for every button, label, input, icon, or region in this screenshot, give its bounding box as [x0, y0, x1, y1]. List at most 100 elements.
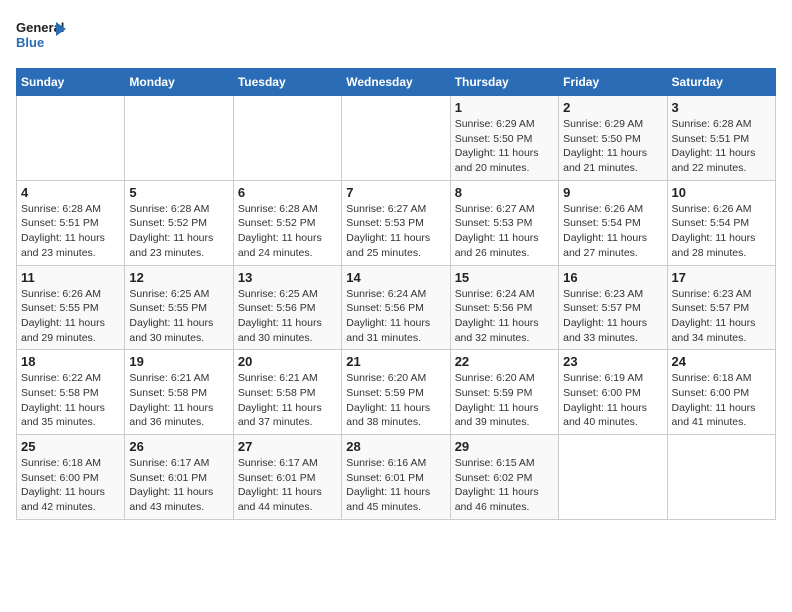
calendar-table: SundayMondayTuesdayWednesdayThursdayFrid… — [16, 68, 776, 520]
day-cell: 11 Sunrise: 6:26 AMSunset: 5:55 PMDayligh… — [17, 265, 125, 350]
day-number: 23 — [563, 354, 662, 369]
day-number: 17 — [672, 270, 771, 285]
day-info: Sunrise: 6:21 AMSunset: 5:58 PMDaylight:… — [129, 371, 228, 430]
day-cell: 26 Sunrise: 6:17 AMSunset: 6:01 PMDayligh… — [125, 435, 233, 520]
day-cell: 15 Sunrise: 6:24 AMSunset: 5:56 PMDayligh… — [450, 265, 558, 350]
day-info: Sunrise: 6:19 AMSunset: 6:00 PMDaylight:… — [563, 371, 662, 430]
day-number: 22 — [455, 354, 554, 369]
day-cell: 24 Sunrise: 6:18 AMSunset: 6:00 PMDayligh… — [667, 350, 775, 435]
day-number: 19 — [129, 354, 228, 369]
day-cell: 28 Sunrise: 6:16 AMSunset: 6:01 PMDayligh… — [342, 435, 450, 520]
day-number: 3 — [672, 100, 771, 115]
header: General Blue — [16, 16, 776, 60]
day-cell: 18 Sunrise: 6:22 AMSunset: 5:58 PMDayligh… — [17, 350, 125, 435]
day-info: Sunrise: 6:16 AMSunset: 6:01 PMDaylight:… — [346, 456, 445, 515]
day-cell: 10 Sunrise: 6:26 AMSunset: 5:54 PMDayligh… — [667, 180, 775, 265]
day-cell — [17, 96, 125, 181]
day-info: Sunrise: 6:24 AMSunset: 5:56 PMDaylight:… — [346, 287, 445, 346]
day-info: Sunrise: 6:26 AMSunset: 5:54 PMDaylight:… — [672, 202, 771, 261]
day-number: 16 — [563, 270, 662, 285]
day-cell: 12 Sunrise: 6:25 AMSunset: 5:55 PMDayligh… — [125, 265, 233, 350]
day-cell: 25 Sunrise: 6:18 AMSunset: 6:00 PMDayligh… — [17, 435, 125, 520]
day-number: 21 — [346, 354, 445, 369]
day-number: 5 — [129, 185, 228, 200]
day-info: Sunrise: 6:17 AMSunset: 6:01 PMDaylight:… — [238, 456, 337, 515]
day-cell: 4 Sunrise: 6:28 AMSunset: 5:51 PMDaylight… — [17, 180, 125, 265]
day-number: 25 — [21, 439, 120, 454]
day-number: 15 — [455, 270, 554, 285]
day-info: Sunrise: 6:28 AMSunset: 5:51 PMDaylight:… — [672, 117, 771, 176]
day-info: Sunrise: 6:18 AMSunset: 6:00 PMDaylight:… — [672, 371, 771, 430]
day-info: Sunrise: 6:21 AMSunset: 5:58 PMDaylight:… — [238, 371, 337, 430]
day-cell — [342, 96, 450, 181]
day-info: Sunrise: 6:24 AMSunset: 5:56 PMDaylight:… — [455, 287, 554, 346]
col-header-saturday: Saturday — [667, 69, 775, 96]
day-cell — [233, 96, 341, 181]
day-cell: 17Sunrise: 6:23 AMSunset: 5:57 PMDayligh… — [667, 265, 775, 350]
col-header-wednesday: Wednesday — [342, 69, 450, 96]
day-info: Sunrise: 6:25 AMSunset: 5:55 PMDaylight:… — [129, 287, 228, 346]
day-cell: 1Sunrise: 6:29 AMSunset: 5:50 PMDaylight… — [450, 96, 558, 181]
day-number: 28 — [346, 439, 445, 454]
day-cell: 27 Sunrise: 6:17 AMSunset: 6:01 PMDayligh… — [233, 435, 341, 520]
day-number: 24 — [672, 354, 771, 369]
day-cell: 6 Sunrise: 6:28 AMSunset: 5:52 PMDaylight… — [233, 180, 341, 265]
day-cell — [559, 435, 667, 520]
day-info: Sunrise: 6:27 AMSunset: 5:53 PMDaylight:… — [346, 202, 445, 261]
col-header-sunday: Sunday — [17, 69, 125, 96]
day-number: 7 — [346, 185, 445, 200]
day-info: Sunrise: 6:22 AMSunset: 5:58 PMDaylight:… — [21, 371, 120, 430]
day-cell: 13 Sunrise: 6:25 AMSunset: 5:56 PMDayligh… — [233, 265, 341, 350]
day-cell: 3 Sunrise: 6:28 AMSunset: 5:51 PMDaylight… — [667, 96, 775, 181]
day-cell: 20 Sunrise: 6:21 AMSunset: 5:58 PMDayligh… — [233, 350, 341, 435]
day-cell: 29 Sunrise: 6:15 AMSunset: 6:02 PMDayligh… — [450, 435, 558, 520]
day-cell: 21 Sunrise: 6:20 AMSunset: 5:59 PMDayligh… — [342, 350, 450, 435]
day-number: 1 — [455, 100, 554, 115]
day-cell — [125, 96, 233, 181]
week-row-3: 11 Sunrise: 6:26 AMSunset: 5:55 PMDayligh… — [17, 265, 776, 350]
day-cell: 2 Sunrise: 6:29 AMSunset: 5:50 PMDaylight… — [559, 96, 667, 181]
day-cell: 14 Sunrise: 6:24 AMSunset: 5:56 PMDayligh… — [342, 265, 450, 350]
day-cell: 8 Sunrise: 6:27 AMSunset: 5:53 PMDaylight… — [450, 180, 558, 265]
day-cell: 19 Sunrise: 6:21 AMSunset: 5:58 PMDayligh… — [125, 350, 233, 435]
day-number: 13 — [238, 270, 337, 285]
day-info: Sunrise: 6:26 AMSunset: 5:55 PMDaylight:… — [21, 287, 120, 346]
day-number: 6 — [238, 185, 337, 200]
day-number: 4 — [21, 185, 120, 200]
day-info: Sunrise: 6:23 AMSunset: 5:57 PMDaylight:… — [563, 287, 662, 346]
day-info: Sunrise: 6:15 AMSunset: 6:02 PMDaylight:… — [455, 456, 554, 515]
week-row-2: 4 Sunrise: 6:28 AMSunset: 5:51 PMDaylight… — [17, 180, 776, 265]
day-number: 10 — [672, 185, 771, 200]
day-info: Sunrise: 6:17 AMSunset: 6:01 PMDaylight:… — [129, 456, 228, 515]
day-cell: 23 Sunrise: 6:19 AMSunset: 6:00 PMDayligh… — [559, 350, 667, 435]
day-info: Sunrise: 6:27 AMSunset: 5:53 PMDaylight:… — [455, 202, 554, 261]
day-info: Sunrise: 6:28 AMSunset: 5:52 PMDaylight:… — [238, 202, 337, 261]
day-number: 27 — [238, 439, 337, 454]
day-cell: 22 Sunrise: 6:20 AMSunset: 5:59 PMDayligh… — [450, 350, 558, 435]
day-number: 12 — [129, 270, 228, 285]
day-info: Sunrise: 6:26 AMSunset: 5:54 PMDaylight:… — [563, 202, 662, 261]
day-number: 11 — [21, 270, 120, 285]
day-info: Sunrise: 6:28 AMSunset: 5:52 PMDaylight:… — [129, 202, 228, 261]
day-info: Sunrise: 6:29 AMSunset: 5:50 PMDaylight:… — [563, 117, 662, 176]
day-info: Sunrise: 6:20 AMSunset: 5:59 PMDaylight:… — [346, 371, 445, 430]
day-number: 8 — [455, 185, 554, 200]
week-row-4: 18 Sunrise: 6:22 AMSunset: 5:58 PMDayligh… — [17, 350, 776, 435]
day-number: 26 — [129, 439, 228, 454]
day-number: 20 — [238, 354, 337, 369]
col-header-friday: Friday — [559, 69, 667, 96]
calendar-header: SundayMondayTuesdayWednesdayThursdayFrid… — [17, 69, 776, 96]
day-cell: 9Sunrise: 6:26 AMSunset: 5:54 PMDaylight… — [559, 180, 667, 265]
day-cell: 16 Sunrise: 6:23 AMSunset: 5:57 PMDayligh… — [559, 265, 667, 350]
day-number: 29 — [455, 439, 554, 454]
day-number: 18 — [21, 354, 120, 369]
day-number: 14 — [346, 270, 445, 285]
day-info: Sunrise: 6:18 AMSunset: 6:00 PMDaylight:… — [21, 456, 120, 515]
day-number: 2 — [563, 100, 662, 115]
week-row-5: 25 Sunrise: 6:18 AMSunset: 6:00 PMDayligh… — [17, 435, 776, 520]
day-info: Sunrise: 6:25 AMSunset: 5:56 PMDaylight:… — [238, 287, 337, 346]
day-info: Sunrise: 6:28 AMSunset: 5:51 PMDaylight:… — [21, 202, 120, 261]
col-header-monday: Monday — [125, 69, 233, 96]
week-row-1: 1 Sunrise: 6:29 AMSunset: 5:50 PMDaylight… — [17, 96, 776, 181]
day-info: Sunrise: 6:20 AMSunset: 5:59 PMDaylight:… — [455, 371, 554, 430]
